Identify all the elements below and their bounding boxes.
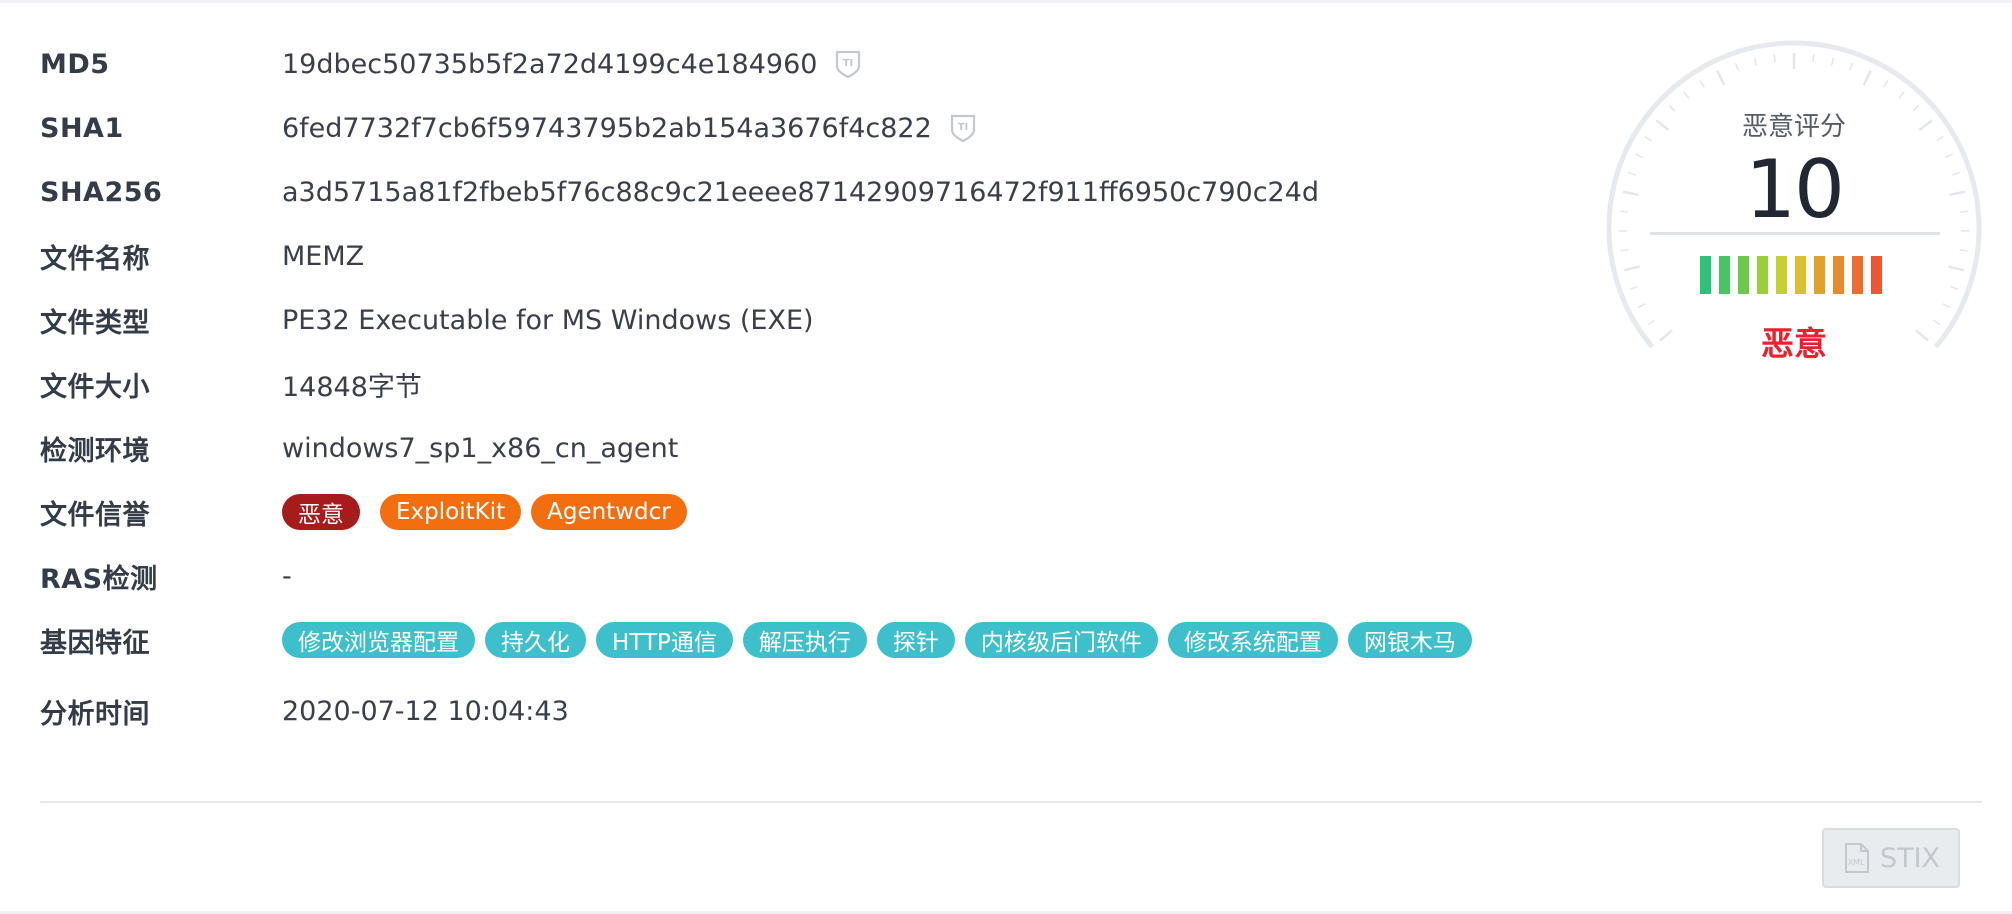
file-type-value: PE32 Executable for MS Windows (EXE): [282, 304, 814, 336]
svg-text:TI: TI: [843, 58, 854, 69]
ras-value: -: [282, 560, 292, 592]
row-file-type: 文件类型 PE32 Executable for MS Windows (EXE…: [40, 288, 1580, 352]
malicious-score-gauge: 恶意评分 10 恶意: [1604, 38, 1984, 368]
row-sha256: SHA256 a3d5715a81f2fbeb5f76c88c9c21eeee8…: [40, 160, 1580, 224]
score-level-bar: [1833, 256, 1844, 294]
analysis-time-value: 2020-07-12 10:04:43: [282, 695, 569, 727]
document-icon: XML: [1844, 843, 1869, 873]
sha1-hash[interactable]: 6fed7732f7cb6f59743795b2ab154a3676f4c822: [282, 113, 932, 144]
reputation-label: 文件信誉: [40, 499, 150, 531]
gauge-tick: [1623, 265, 1641, 272]
md5-label: MD5: [40, 48, 110, 80]
file-name-label: 文件名称: [40, 243, 150, 275]
gene-tag[interactable]: HTTP通信: [596, 622, 733, 658]
gauge-tick: [1699, 80, 1705, 88]
gene-tag[interactable]: 修改浏览器配置: [282, 622, 475, 658]
score-level-bars: [1700, 256, 1890, 294]
gauge-tick: [1947, 265, 1965, 272]
top-border: [0, 0, 2012, 3]
environment-label: 检测环境: [40, 435, 150, 467]
score-level-bar: [1871, 256, 1882, 294]
svg-text:XML: XML: [1848, 858, 1865, 867]
gauge-tick: [1959, 249, 1968, 252]
gauge-tick: [1883, 80, 1889, 88]
score-value: 10: [1745, 143, 1845, 236]
reputation-tags: 恶意 ExploitKit Agentwdcr: [282, 494, 697, 530]
score-level-bar: [1700, 256, 1711, 294]
sha1-label: SHA1: [40, 112, 124, 144]
gauge-tick: [1629, 285, 1638, 290]
file-name-value: MEMZ: [282, 240, 365, 272]
gene-tag[interactable]: 探针: [876, 622, 955, 658]
gauge-tick: [1683, 91, 1690, 99]
gauge-tick: [1849, 62, 1854, 71]
stix-export-button[interactable]: XML STIX: [1822, 828, 1960, 888]
file-size-value: 14848字节: [282, 371, 422, 403]
score-verdict: 恶意: [1761, 324, 1827, 363]
ras-label: RAS检测: [40, 563, 158, 595]
score-divider: [1650, 232, 1940, 235]
sha256-label: SHA256: [40, 176, 163, 208]
sha256-value[interactable]: a3d5715a81f2fbeb5f76c88c9c21eeee87142909…: [282, 177, 1319, 208]
environment-value: windows7_sp1_x86_cn_agent: [282, 432, 679, 464]
score-title: 恶意评分: [1741, 112, 1846, 142]
md5-hash[interactable]: 19dbec50735b5f2a72d4199c4e184960: [282, 49, 817, 80]
gene-tag[interactable]: 解压执行: [742, 622, 867, 658]
row-file-size: 文件大小 14848字节: [40, 352, 1580, 416]
row-sha1: SHA1 6fed7732f7cb6f59743795b2ab154a3676f…: [40, 96, 1580, 160]
row-genes: 基因特征 修改浏览器配置 持久化 HTTP通信 解压执行 探针 内核级后门软件 …: [40, 608, 1580, 672]
row-analysis-time: 分析时间 2020-07-12 10:04:43: [40, 672, 1580, 750]
score-level-bar: [1719, 256, 1730, 294]
stix-button-label: STIX: [1879, 842, 1941, 874]
score-level-bar: [1814, 256, 1825, 294]
report-panel: MD5 19dbec50735b5f2a72d4199c4e184960 TI …: [0, 0, 2012, 914]
row-reputation: 文件信誉 恶意 ExploitKit Agentwdcr: [40, 480, 1580, 544]
ti-shield-icon[interactable]: TI: [950, 113, 976, 143]
reputation-tag[interactable]: 恶意: [282, 494, 360, 530]
score-level-bar: [1738, 256, 1749, 294]
gauge-tick: [1812, 54, 1815, 63]
file-type-label: 文件类型: [40, 307, 150, 339]
gauge-tick: [1637, 303, 1646, 309]
gauge-tick: [1620, 249, 1629, 252]
gauge-tick: [1898, 91, 1905, 99]
gauge-tick: [1950, 285, 1959, 290]
row-md5: MD5 19dbec50735b5f2a72d4199c4e184960 TI: [40, 32, 1580, 96]
md5-value: 19dbec50735b5f2a72d4199c4e184960 TI: [282, 49, 861, 80]
gauge-tick: [1942, 303, 1951, 309]
gene-tags: 修改浏览器配置 持久化 HTTP通信 解压执行 探针 内核级后门软件 修改系统配…: [282, 622, 1482, 658]
score-level-bar: [1757, 256, 1768, 294]
gauge-tick: [1753, 57, 1758, 66]
score-level-bar: [1776, 256, 1787, 294]
gene-tag[interactable]: 持久化: [485, 622, 586, 658]
reputation-tag[interactable]: Agentwdcr: [531, 494, 687, 530]
section-divider: [40, 801, 1982, 803]
row-environment: 检测环境 windows7_sp1_x86_cn_agent: [40, 416, 1580, 480]
gauge-tick: [1773, 54, 1776, 63]
gene-tag[interactable]: 内核级后门软件: [964, 622, 1158, 658]
score-level-bar: [1795, 256, 1806, 294]
reputation-tag[interactable]: ExploitKit: [380, 494, 522, 530]
gauge-tick: [1716, 70, 1726, 86]
ti-shield-icon[interactable]: TI: [835, 49, 861, 79]
file-info-table: MD5 19dbec50735b5f2a72d4199c4e184960 TI …: [40, 32, 1580, 750]
analysis-time-label: 分析时间: [40, 698, 150, 730]
svg-text:TI: TI: [958, 122, 969, 133]
gauge-tick: [1734, 62, 1739, 71]
gauge-tick: [1862, 70, 1872, 86]
row-file-name: 文件名称 MEMZ: [40, 224, 1580, 288]
file-size-label: 文件大小: [40, 371, 150, 403]
sha1-value: 6fed7732f7cb6f59743795b2ab154a3676f4c822…: [282, 113, 976, 144]
gene-tag[interactable]: 修改系统配置: [1167, 622, 1338, 658]
gauge-tick: [1830, 57, 1835, 66]
gene-tag[interactable]: 网银木马: [1347, 622, 1472, 658]
genes-label: 基因特征: [40, 627, 150, 659]
score-level-bar: [1852, 256, 1863, 294]
row-ras: RAS检测 -: [40, 544, 1580, 608]
